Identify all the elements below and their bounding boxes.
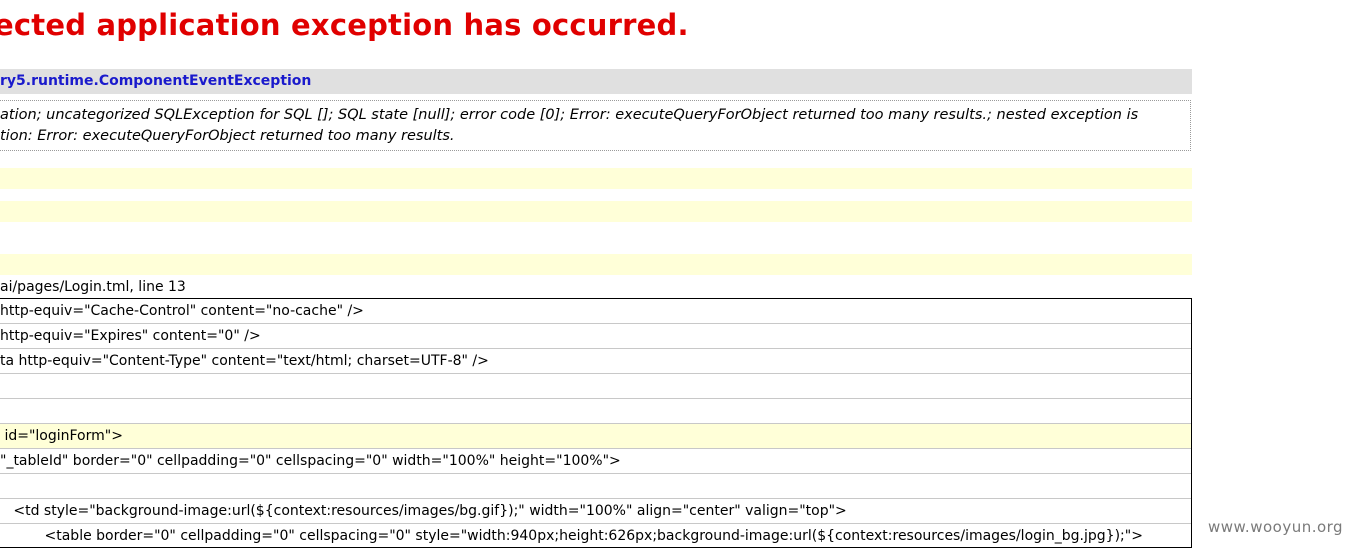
exception-class-header: ry5.runtime.ComponentEventException	[0, 69, 1192, 94]
source-line	[0, 374, 1191, 399]
source-line: "_tableId" border="0" cellpadding="0" ce…	[0, 449, 1191, 474]
source-line	[0, 399, 1191, 424]
property-row	[0, 201, 1192, 222]
template-location: ai/pages/Login.tml, line 13	[0, 279, 186, 295]
source-line: <td style="background-image:url(${contex…	[0, 499, 1191, 524]
property-row	[0, 168, 1192, 189]
error-title: ected application exception has occurred…	[0, 8, 689, 42]
source-listing: http-equiv="Cache-Control" content="no-c…	[0, 298, 1192, 548]
exception-message-line: tion: Error: executeQueryForObject retur…	[0, 128, 455, 144]
source-line	[0, 474, 1191, 499]
property-row	[0, 254, 1192, 275]
exception-message-line: ation; uncategorized SQLException for SQ…	[0, 107, 1139, 123]
exception-message: ation; uncategorized SQLException for SQ…	[0, 100, 1191, 151]
watermark: www.wooyun.org	[1208, 518, 1344, 536]
source-line: http-equiv="Expires" content="0" />	[0, 324, 1191, 349]
source-line: http-equiv="Cache-Control" content="no-c…	[0, 299, 1191, 324]
source-line: <table border="0" cellpadding="0" cellsp…	[0, 524, 1191, 547]
source-line: ta http-equiv="Content-Type" content="te…	[0, 349, 1191, 374]
source-line-highlighted: id="loginForm">	[0, 424, 1191, 449]
